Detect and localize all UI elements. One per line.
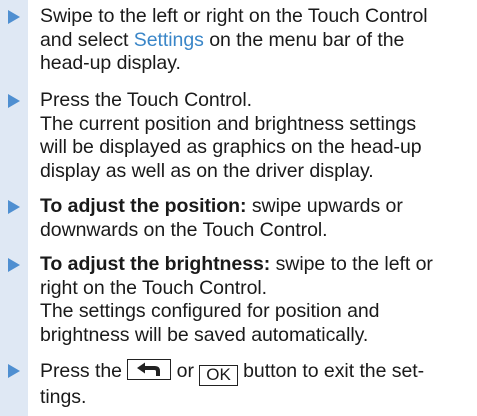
step-4-line-4: brightness will be saved automatically. <box>40 323 369 346</box>
step-2-line-3: will be displayed as graphics on the hea… <box>40 136 422 158</box>
step-3-text: To adjust the position: swipe upwards or… <box>40 195 470 242</box>
step-arrow-icon <box>8 10 20 24</box>
step-4-line-2: right on the Touch Control. <box>40 276 268 299</box>
step-1-line-1: Swipe to the left or right on the Touch … <box>40 5 428 27</box>
step-arrow-icon <box>8 94 20 108</box>
back-arrow-icon <box>137 362 161 376</box>
step-arrow-icon <box>8 364 20 378</box>
ok-button[interactable]: OK <box>199 365 238 386</box>
step-1-line-2: and select Settings on the menu bar of t… <box>40 28 405 51</box>
step-2-line-2: The current position and brightness sett… <box>40 112 417 135</box>
step-1-line-3: head-up display. <box>40 52 181 74</box>
step-arrow-icon <box>8 200 20 214</box>
step-1-text: Swipe to the left or right on the Touch … <box>40 5 470 76</box>
step-2-line-1: Press the Touch Control. <box>40 89 252 111</box>
back-button[interactable] <box>127 359 172 380</box>
step-3-line-1: To adjust the position: swipe upwards or <box>40 195 403 217</box>
settings-link[interactable]: Settings <box>134 29 204 51</box>
step-2-text: Press the Touch Control. The current pos… <box>40 89 470 183</box>
step-3-line-2: downwards on the Touch Control. <box>40 218 328 241</box>
step-4-line-3: The settings configured for position and <box>40 300 380 322</box>
step-4-text: To adjust the brightness: swipe to the l… <box>40 253 470 347</box>
step-arrow-icon <box>8 258 20 272</box>
step-5-text: Press the or OK button to exit the set- … <box>40 359 470 410</box>
step-4-line-1: To adjust the brightness: swipe to the l… <box>40 253 433 275</box>
step-5-line-2: tings. <box>40 386 87 408</box>
step-2-line-4: display as well as on the driver display… <box>40 159 374 182</box>
step-5-line-1: Press the or OK button to exit the set- <box>40 359 425 386</box>
